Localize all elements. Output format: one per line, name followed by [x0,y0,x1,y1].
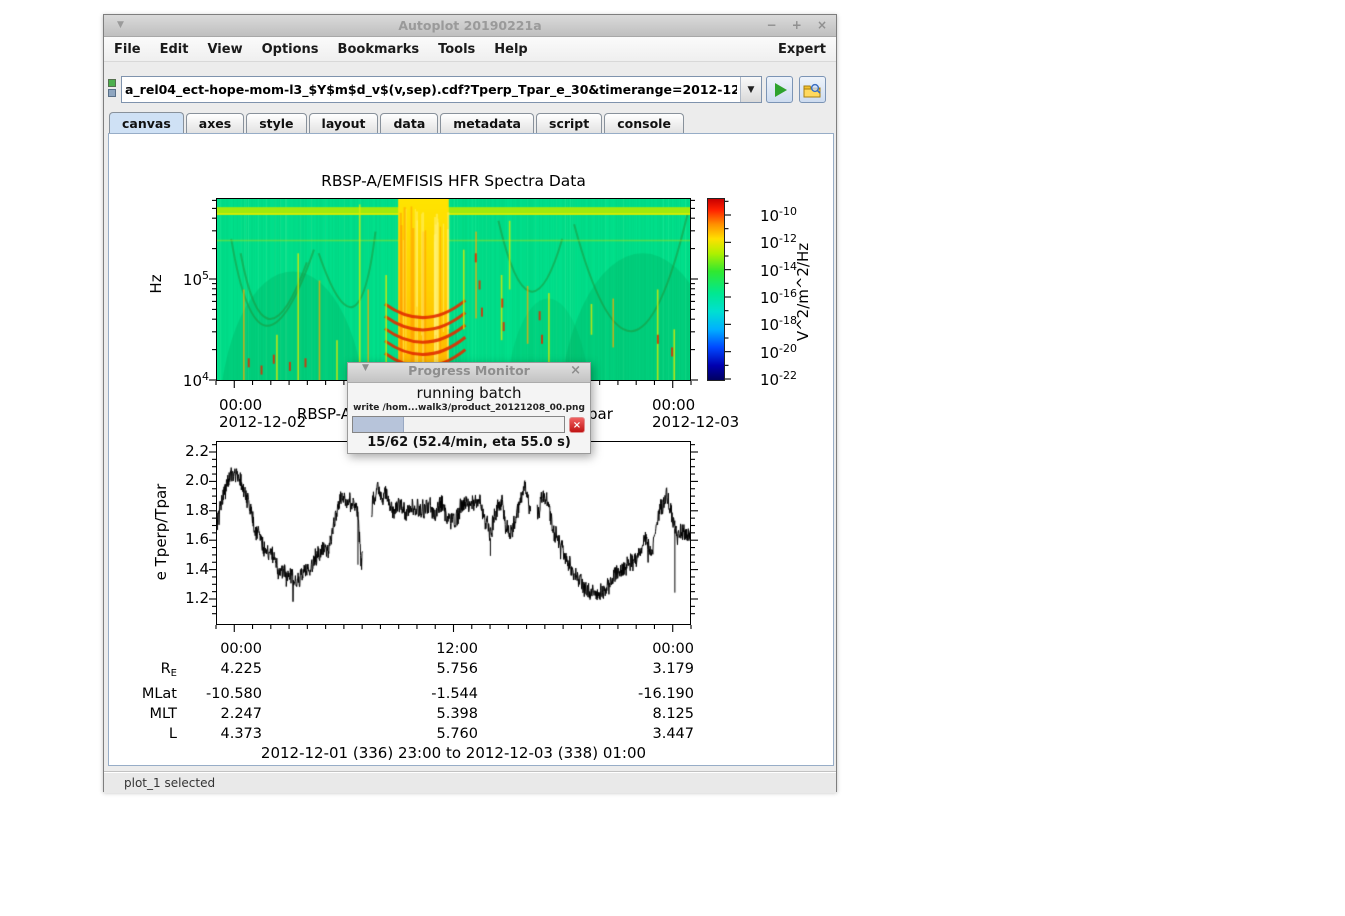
hidden-plot-title-right-fragment: par [588,405,613,423]
expert-label[interactable]: Expert [778,42,826,57]
progress-bar-fill [353,417,404,432]
progress-task-label: running batch [348,384,590,402]
tca-value: 3.179 [478,659,694,684]
progress-status-label: 15/62 (52.4/min, eta 55.0 s) [348,435,590,450]
spectrogram-title: RBSP-A/EMFISIS HFR Spectra Data [216,172,691,190]
play-icon [775,83,787,97]
tca-value: -16.190 [478,684,694,704]
maximize-icon[interactable]: + [792,18,802,32]
tca-value: 4.225 [177,659,262,684]
blue-square-icon [108,89,116,97]
tca-header-blank [109,639,177,659]
close-icon[interactable]: × [817,18,827,32]
progress-dialog-titlebar[interactable]: ▼ Progress Monitor × [348,363,590,383]
status-bar: plot_1 selected [104,771,836,793]
cancel-button[interactable]: × [569,417,585,433]
progress-dialog-title: Progress Monitor [408,363,530,378]
progress-detail-label: write /hom...walk3/product_20121208_00.p… [348,403,590,413]
chevron-down-icon: ▼ [748,85,755,95]
lineplot-tick-label: 1.6 [165,530,209,548]
colorbar-tick-label: 10-14 [737,260,797,280]
tca-value: -1.544 [262,684,478,704]
tab-style[interactable]: style [246,113,306,133]
menu-bar: File Edit View Options Bookmarks Tools Help Ex… [104,37,836,62]
colorbar-tick-label: 10-22 [737,369,797,389]
uri-dropdown-button[interactable]: ▼ [740,77,761,102]
progress-bar [352,416,565,433]
progress-monitor-dialog: ▼ Progress Monitor × running batch write… [347,362,591,454]
menu-help[interactable]: Help [494,42,527,57]
tab-canvas[interactable]: canvas [109,112,184,133]
lineplot[interactable] [216,441,691,625]
tab-console[interactable]: console [604,113,684,133]
menu-bookmarks[interactable]: Bookmarks [338,42,420,57]
lineplot-tick-label: 2.2 [165,442,209,460]
colorbar-tick-label: 10-16 [737,287,797,307]
tca-time-1: 12:00 [262,639,478,659]
lineplot-tick-label: 2.0 [165,471,209,489]
tab-script[interactable]: script [536,113,602,133]
tca-annotation-table: 00:0012:0000:00RE4.2255.7563.179MLat-10.… [109,639,694,744]
tab-strip: canvasaxesstylelayoutdatametadatascriptc… [109,112,686,133]
tca-row-label: L [109,724,177,744]
menu-options[interactable]: Options [262,42,319,57]
tca-row-label: MLat [109,684,177,704]
tab-layout[interactable]: layout [309,113,379,133]
xaxis-date-right: 2012-12-03 [652,413,739,431]
xaxis-time-left: 00:00 [219,396,262,414]
uri-combobox: ▼ [121,76,762,103]
tca-time-0: 00:00 [177,639,262,659]
tca-row-label: MLT [109,704,177,724]
lineplot-tick-label: 1.8 [165,501,209,519]
window-title: Autoplot 20190221a [104,18,836,33]
tca-value: 2.247 [177,704,262,724]
colorbar-tick-label: 10-20 [737,342,797,362]
spectrogram-ylabel: Hz [147,274,165,293]
lineplot-tick-label: 1.4 [165,560,209,578]
tca-row-label: RE [109,659,177,684]
window-titlebar[interactable]: ▼ Autoplot 20190221a − + × [104,15,836,37]
minimize-icon[interactable]: − [766,18,776,32]
green-square-icon [108,79,116,87]
dialog-close-icon[interactable]: × [570,363,581,378]
tca-value: 5.756 [262,659,478,684]
menu-file[interactable]: File [114,42,141,57]
lineplot-tick-label: 1.2 [165,589,209,607]
xaxis-date-left: 2012-12-02 [219,413,306,431]
datasource-type-icon [108,79,117,99]
folder-magnifier-icon [803,82,822,98]
xaxis-time-right: 00:00 [652,396,695,414]
colorbar-tick-label: 10-18 [737,314,797,334]
tca-value: 3.447 [478,724,694,744]
go-button[interactable] [766,76,793,103]
time-range-label: 2012-12-01 (336) 23:00 to 2012-12-03 (33… [216,744,691,762]
colorbar [707,198,725,381]
menu-tools[interactable]: Tools [438,42,475,57]
tca-value: 4.373 [177,724,262,744]
hz-tick-label: 104 [165,370,209,390]
inspect-uri-button[interactable] [799,76,826,103]
colorbar-tick-label: 10-10 [737,205,797,225]
status-text: plot_1 selected [124,776,215,790]
tca-time-2: 00:00 [478,639,694,659]
hz-tick-label: 105 [165,269,209,289]
tca-value: 8.125 [478,704,694,724]
menu-view[interactable]: View [207,42,242,57]
spectrogram-plot[interactable] [216,198,691,381]
tab-axes[interactable]: axes [186,113,244,133]
tab-metadata[interactable]: metadata [440,113,534,133]
menu-edit[interactable]: Edit [160,42,189,57]
tca-value: 5.760 [262,724,478,744]
tca-value: 5.398 [262,704,478,724]
tab-data[interactable]: data [380,113,438,133]
cancel-x-icon: × [573,420,581,431]
hidden-plot-title-left-fragment: RBSP-A [297,405,351,423]
uri-input[interactable] [122,77,740,102]
tca-value: -10.580 [177,684,262,704]
colorbar-tick-label: 10-12 [737,232,797,252]
collapse-icon[interactable]: ▼ [362,363,369,373]
